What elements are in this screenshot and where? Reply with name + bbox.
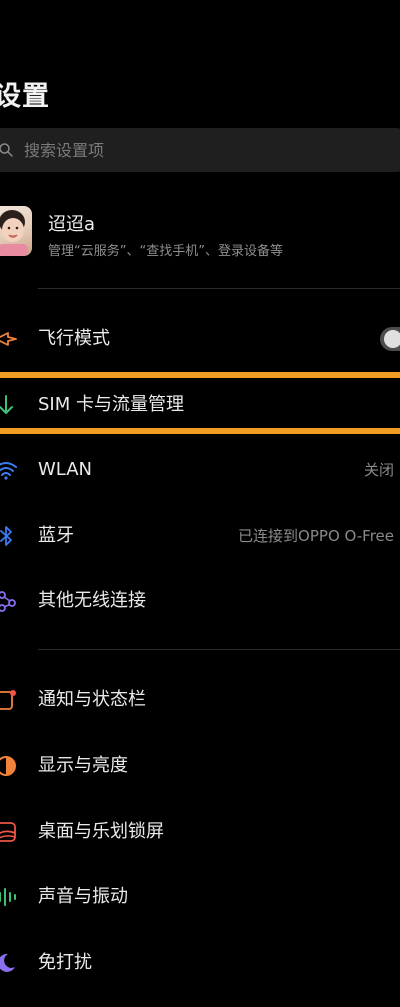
divider <box>38 288 400 289</box>
wallpaper-icon <box>0 822 16 842</box>
row-airplane-mode[interactable]: 飞行模式 <box>0 313 400 365</box>
divider <box>38 649 400 650</box>
bluetooth-icon <box>0 526 12 546</box>
account-profile[interactable]: 迢迢a 管理“云服务”、“查找手机”、登录设备等 <box>0 200 400 270</box>
row-label: 其他无线连接 <box>38 590 146 611</box>
brightness-icon <box>0 756 16 776</box>
notification-icon <box>0 690 16 710</box>
search-bar[interactable] <box>0 128 400 172</box>
airplane-mode-toggle[interactable] <box>380 327 400 351</box>
wlan-status: 关闭 <box>363 461 394 479</box>
row-label: 飞行模式 <box>38 328 110 349</box>
row-label: 声音与振动 <box>38 886 128 907</box>
row-label: 蓝牙 <box>38 525 74 546</box>
row-sound-vibration[interactable]: 声音与振动 <box>0 871 400 923</box>
sim-data-icon <box>0 395 13 414</box>
moon-icon <box>0 953 15 972</box>
row-sim-data[interactable]: SIM 卡与流量管理 <box>0 379 400 431</box>
avatar <box>0 206 32 256</box>
row-label: SIM 卡与流量管理 <box>38 394 184 415</box>
row-label: 通知与状态栏 <box>38 689 146 710</box>
sound-icon <box>0 888 16 906</box>
profile-name: 迢迢a <box>48 214 96 235</box>
row-other-wireless[interactable]: 其他无线连接 <box>0 575 400 627</box>
row-display-brightness[interactable]: 显示与亮度 <box>0 740 400 792</box>
row-label: 显示与亮度 <box>38 755 128 776</box>
row-desktop-lockscreen[interactable]: 桌面与乐划锁屏 <box>0 806 400 858</box>
page-title: 设置 <box>0 81 50 112</box>
airplane-icon <box>0 332 17 346</box>
row-do-not-disturb[interactable]: 免打扰 <box>0 937 400 989</box>
toggle-knob <box>384 330 400 348</box>
wifi-icon <box>0 462 17 480</box>
row-wlan[interactable]: WLAN 关闭 <box>0 444 400 496</box>
row-label: WLAN <box>38 459 93 480</box>
row-notifications[interactable]: 通知与状态栏 <box>0 674 400 726</box>
settings-screen: 设置 迢迢a 管理“云服务”、“查找手机”、登录设备等 飞行模式 <box>0 0 400 1007</box>
row-label: 桌面与乐划锁屏 <box>38 821 164 842</box>
search-icon <box>0 143 13 157</box>
connection-icon <box>0 591 16 612</box>
profile-subtitle: 管理“云服务”、“查找手机”、登录设备等 <box>48 244 283 259</box>
row-label: 免打扰 <box>38 952 92 973</box>
row-bluetooth[interactable]: 蓝牙 已连接到OPPO O-Free <box>0 510 400 562</box>
bluetooth-status: 已连接到OPPO O-Free <box>238 527 394 545</box>
search-input[interactable] <box>24 140 354 160</box>
